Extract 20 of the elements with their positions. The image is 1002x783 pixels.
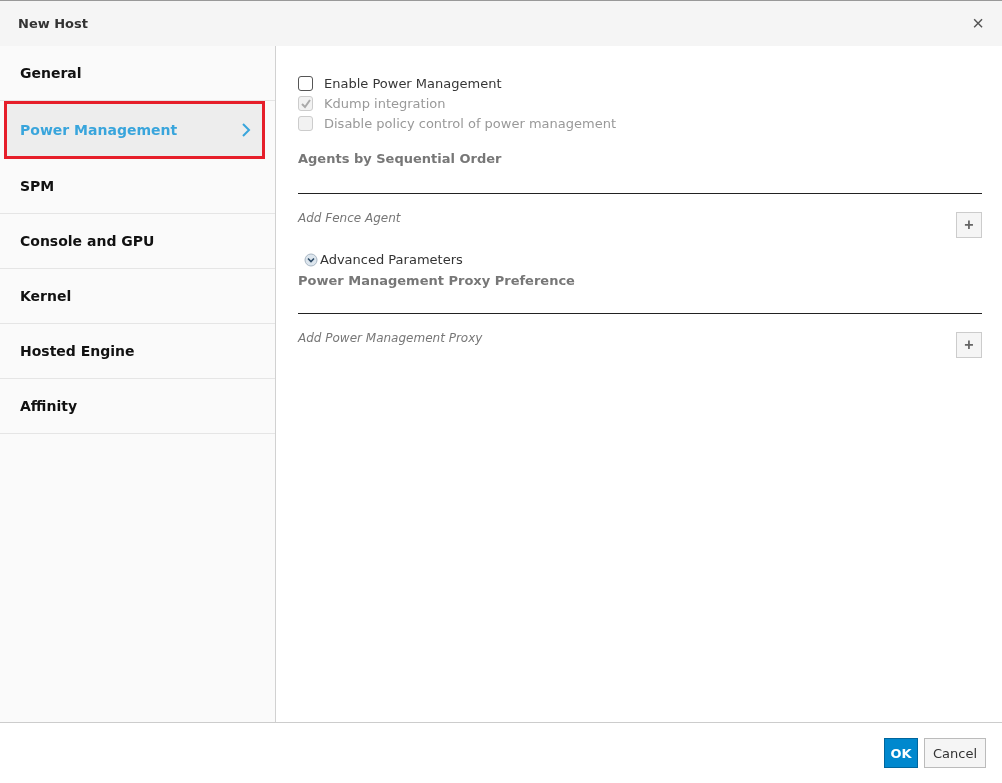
- advanced-toggle[interactable]: Advanced Parameters: [304, 252, 982, 267]
- add-button[interactable]: +: [956, 212, 982, 238]
- add-button[interactable]: +: [956, 332, 982, 358]
- chevron-right-icon: [241, 122, 251, 138]
- section-heading: Agents by Sequential Order: [298, 151, 503, 168]
- ok-button[interactable]: OK: [883, 738, 918, 768]
- sidebar-tab[interactable]: Console and GPU: [0, 214, 275, 269]
- sidebar-tab[interactable]: Affinity: [0, 379, 275, 434]
- sidebar-tab[interactable]: Hosted Engine: [0, 324, 275, 379]
- add-label: Add Fence Agent: [298, 211, 401, 225]
- close-button[interactable]: ×: [972, 12, 984, 35]
- add-label: Add Power Management Proxy: [298, 331, 483, 345]
- checkbox[interactable]: [298, 76, 313, 91]
- sidebar-tab[interactable]: SPM: [0, 159, 275, 214]
- cancel-button[interactable]: Cancel: [923, 738, 986, 768]
- window-title: New Host: [18, 16, 88, 31]
- sidebar-tab[interactable]: Kernel: [0, 269, 275, 324]
- expand-icon: [304, 252, 318, 267]
- checkbox-option[interactable]: Enable Power Management: [298, 76, 982, 91]
- section-heading: Power Management Proxy Preference: [298, 273, 576, 290]
